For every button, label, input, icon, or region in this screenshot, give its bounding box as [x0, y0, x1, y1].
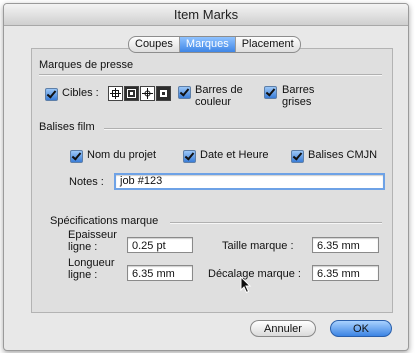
barres-grises-label-line1: Barres — [282, 84, 315, 96]
balises-cmjn-label: Balises CMJN — [308, 149, 378, 161]
longueur-ligne-input[interactable]: 6.35 mm — [127, 265, 193, 281]
marks-pane: Marques de presse Cibles : Barres de cou… — [31, 48, 393, 313]
barres-couleur-label-line2: couleur — [195, 96, 232, 108]
decalage-marque-label: Décalage marque : — [208, 268, 301, 280]
specifications-title: Spécifications marque — [50, 215, 159, 227]
nom-projet-checkbox[interactable] — [70, 150, 83, 163]
square-target-icon[interactable] — [124, 86, 139, 101]
tab-placement[interactable]: Placement — [236, 37, 300, 52]
cancel-button[interactable]: Annuler — [250, 320, 316, 337]
date-heure-checkbox[interactable] — [183, 150, 196, 163]
epaisseur-label-line2: ligne : — [68, 241, 98, 253]
notes-input[interactable]: job #123 — [114, 173, 385, 190]
barres-grises-checkbox[interactable] — [264, 86, 277, 99]
tab-marques[interactable]: Marques — [179, 37, 236, 52]
cibles-checkbox[interactable] — [45, 88, 58, 101]
longueur-label-line2: ligne : — [68, 269, 98, 281]
date-heure-label: Date et Heure — [200, 149, 269, 161]
tab-bar: Coupes Marques Placement — [128, 36, 301, 53]
barres-grises-label-line2: grises — [282, 96, 312, 108]
crosshair-target-icon[interactable] — [108, 86, 123, 101]
epaisseur-ligne-input[interactable]: 0.25 pt — [127, 237, 193, 253]
decalage-marque-input[interactable]: 6.35 mm — [312, 265, 379, 281]
section-divider — [104, 128, 382, 130]
item-marks-dialog: Item Marks Marques de presse Cibles : Ba… — [3, 3, 409, 351]
taille-marque-input[interactable]: 6.35 mm — [312, 237, 379, 253]
tab-coupes[interactable]: Coupes — [129, 37, 180, 52]
ok-button[interactable]: OK — [330, 320, 392, 337]
barres-couleur-checkbox[interactable] — [178, 86, 191, 99]
balises-cmjn-checkbox[interactable] — [291, 150, 304, 163]
marques-presse-title: Marques de presse — [39, 59, 134, 71]
nom-projet-label: Nom du projet — [87, 149, 157, 161]
section-divider — [39, 74, 382, 76]
window-title: Item Marks — [4, 4, 408, 26]
mouse-pointer-icon — [240, 276, 252, 294]
notes-label: Notes : — [69, 176, 104, 188]
longueur-label-line1: Longueur — [68, 257, 115, 269]
section-divider — [170, 222, 382, 224]
square-alt-target-icon[interactable] — [156, 86, 171, 101]
epaisseur-label-line1: Epaisseur — [68, 229, 117, 241]
cibles-label: Cibles : — [62, 87, 99, 99]
barres-couleur-label-line1: Barres de — [195, 84, 243, 96]
balises-film-title: Balises film — [39, 121, 95, 133]
crosshair-small-target-icon[interactable] — [140, 86, 155, 101]
taille-marque-label: Taille marque : — [222, 240, 294, 252]
